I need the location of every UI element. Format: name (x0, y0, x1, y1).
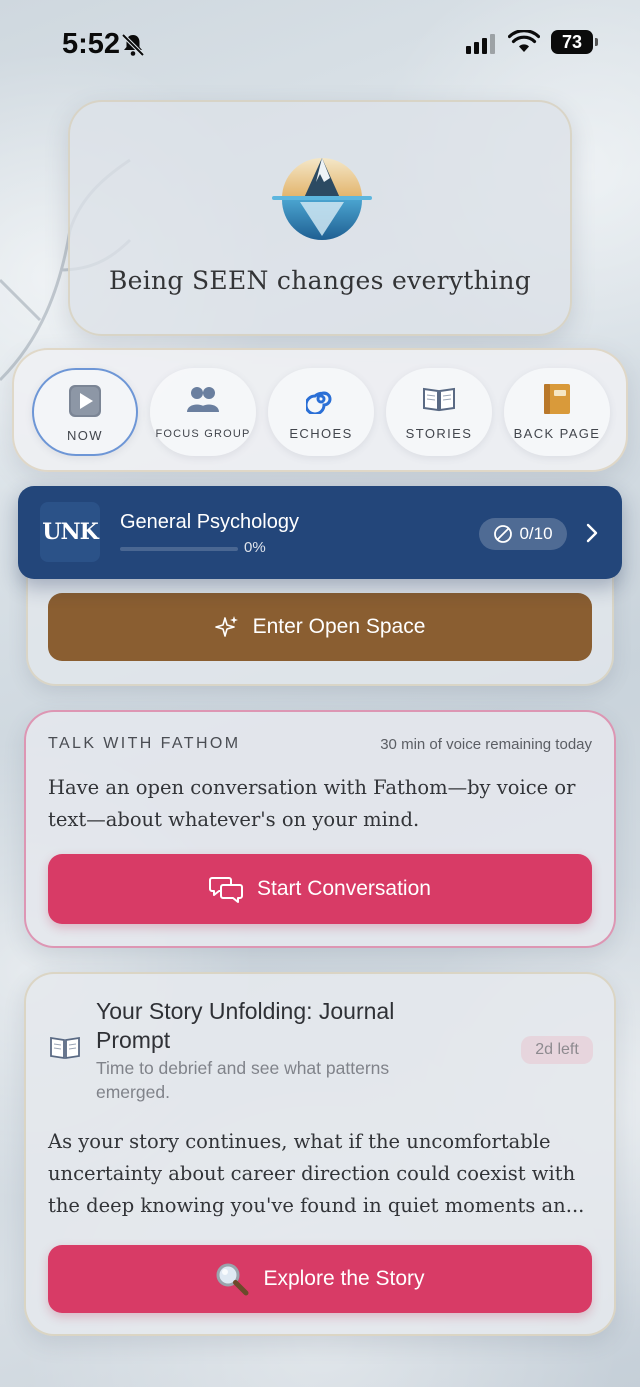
bell-slash-icon (121, 33, 145, 57)
course-title: General Psychology (120, 511, 299, 533)
chat-bubbles-icon (209, 877, 244, 903)
open-book-icon (422, 382, 456, 416)
nav-label-stories: STORIES (405, 426, 473, 441)
nav-label-back-page: BACK PAGE (513, 426, 601, 441)
voice-remaining-text: 30 min of voice remaining today (380, 736, 592, 753)
talk-description: Have an open conversation with Fathom—by… (48, 776, 576, 831)
enter-open-space-label: Enter Open Space (252, 615, 426, 638)
nav-label-echoes: ECHOES (289, 426, 353, 441)
wifi-icon (508, 30, 540, 52)
story-subtitle: Time to debrief and see what patterns em… (96, 1058, 390, 1102)
status-bar: 5:52 73 (0, 0, 640, 90)
sparkles-icon (214, 616, 238, 637)
nav-label-focus-group: FOCUS GROUP (155, 428, 251, 440)
nav-item-now[interactable]: NOW (32, 368, 138, 456)
play-button-icon (68, 384, 102, 418)
course-count: 0/10 (519, 524, 553, 543)
story-prompt-text: As your story continues, what if the unc… (48, 1130, 585, 1217)
people-icon (186, 382, 220, 416)
iceberg-logo-icon (272, 158, 372, 240)
nav-item-stories[interactable]: STORIES (386, 368, 492, 456)
enter-open-space-button[interactable]: Enter Open Space (48, 593, 592, 661)
nav-label-now: NOW (67, 428, 103, 443)
nav-item-focus-group[interactable]: FOCUS GROUP (150, 368, 256, 456)
battery-icon: 73 (551, 30, 598, 54)
course-progress-bar (120, 547, 238, 551)
start-conversation-label: Start Conversation (257, 877, 431, 900)
chevron-right-icon[interactable] (584, 520, 600, 546)
hero-title: Being SEEN changes everything (108, 266, 532, 295)
notebook-icon (540, 382, 574, 416)
explore-story-button[interactable]: Explore the Story (48, 1245, 592, 1313)
cellular-signal-icon (466, 34, 495, 54)
magnifying-glass-icon (216, 1263, 249, 1296)
course-progress-text: 0% (244, 539, 266, 556)
cyclone-icon (304, 382, 338, 416)
story-title: Your Story Unfolding: Journal Prompt (96, 998, 395, 1053)
explore-story-label: Explore the Story (263, 1267, 425, 1290)
open-book-icon (50, 1036, 80, 1060)
start-conversation-button[interactable]: Start Conversation (48, 854, 592, 924)
status-time: 5:52 (62, 28, 121, 60)
course-logo: UNK (40, 502, 100, 562)
nav-item-back-page[interactable]: BACK PAGE (504, 368, 610, 456)
not-allowed-icon (494, 525, 513, 543)
nav-item-echoes[interactable]: ECHOES (268, 368, 374, 456)
talk-heading: TALK WITH FATHOM (48, 735, 241, 752)
time-left-badge: 2d left (521, 1036, 593, 1064)
hero-card (68, 100, 572, 336)
nav-bar: NOW FOCUS GROUP ECHOES STORIES BACK PAGE (12, 348, 628, 472)
course-count-badge: 0/10 (479, 518, 567, 550)
